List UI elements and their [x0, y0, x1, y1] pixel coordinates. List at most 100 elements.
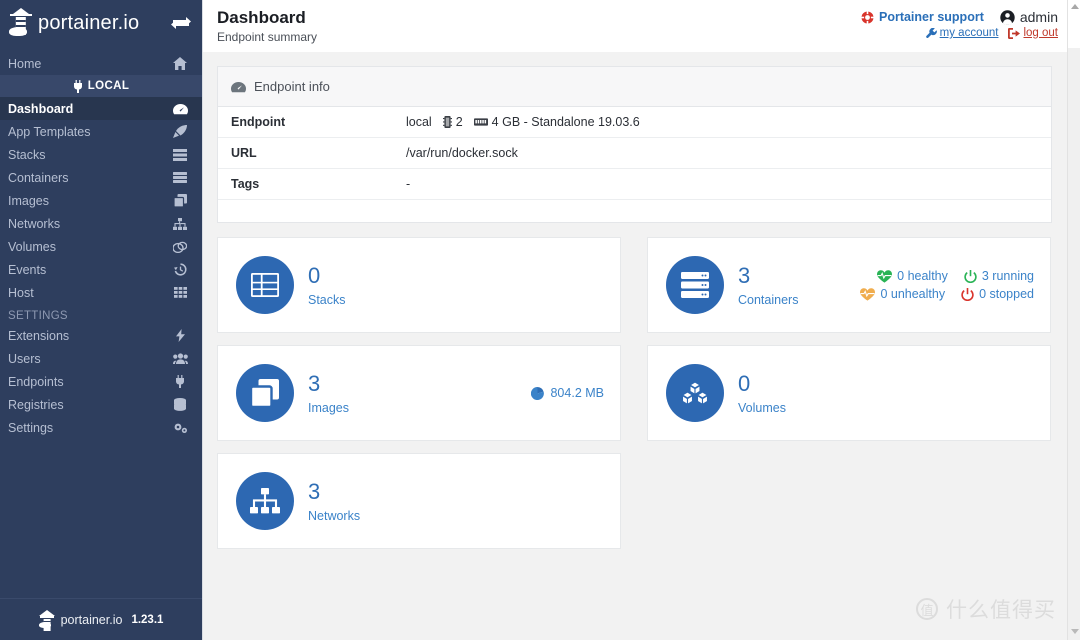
endpoint-row-endpoint: Endpoint local 2 — [218, 107, 1051, 138]
sidebar-item-label: Host — [8, 286, 34, 300]
scroll-down-arrow-icon[interactable] — [1071, 629, 1079, 634]
container-status-line: 0 unhealthy 0 stopped — [860, 287, 1034, 301]
card-label: Networks — [308, 509, 360, 523]
log-out-label: log out — [1023, 27, 1058, 39]
sidebar-item-stacks[interactable]: Stacks — [0, 143, 202, 166]
sidebar-item-endpoints[interactable]: Endpoints — [0, 370, 202, 393]
endpoint-info-title: Endpoint info — [254, 79, 330, 94]
card-count: 3 — [308, 479, 360, 504]
endpoint-name: local — [406, 115, 432, 129]
endpoint-row-value: local 2 4 GB - St — [406, 115, 640, 129]
images-size-area: 804.2 MB — [531, 386, 604, 400]
containers-stopped-stat: 0 stopped — [961, 287, 1034, 301]
sidebar-item-label: Users — [8, 352, 41, 366]
rocket-icon — [172, 125, 188, 139]
table-icon — [236, 256, 294, 314]
sidebar-item-label: App Templates — [8, 125, 90, 139]
sidebar-item-label: Home — [8, 57, 41, 71]
sidebar-item-containers[interactable]: Containers — [0, 166, 202, 189]
sidebar-item-images[interactable]: Images — [0, 189, 202, 212]
endpoint-info-panel: Endpoint info Endpoint local 2 — [217, 66, 1052, 223]
sidebar-nav: Home LOCAL Dashboard App Templates — [0, 46, 202, 439]
portainer-support-link[interactable]: Portainer support — [861, 10, 984, 24]
power-icon — [961, 288, 974, 301]
endpoint-row-label: URL — [218, 146, 406, 160]
images-size-label: 804.2 MB — [550, 386, 604, 400]
portainer-support-label: Portainer support — [879, 10, 984, 24]
containers-healthy-stat: 0 healthy — [877, 269, 948, 283]
database-icon — [172, 398, 188, 412]
account-row-primary: Portainer support admin — [861, 9, 1058, 25]
portainer-lighthouse-logo-icon — [8, 8, 34, 38]
my-account-link[interactable]: my account — [926, 27, 999, 39]
account-area: Portainer support admin my accou — [861, 8, 1058, 39]
card-stacks[interactable]: 0 Stacks — [217, 237, 621, 333]
endpoint-info-body: Endpoint local 2 — [218, 107, 1051, 222]
sidebar-footer: portainer.io 1.23.1 — [0, 598, 202, 640]
log-out-link[interactable]: log out — [1008, 27, 1058, 39]
user-menu[interactable]: admin — [1000, 9, 1058, 25]
main-area: Dashboard Endpoint summary Portainer sup… — [203, 0, 1080, 640]
watermark-text: 什么值得买 — [946, 594, 1056, 624]
endpoint-row-label: Tags — [218, 177, 406, 191]
scroll-up-arrow-icon[interactable] — [1071, 4, 1079, 9]
home-icon — [172, 57, 188, 71]
sidebar-item-networks[interactable]: Networks — [0, 212, 202, 235]
sidebar-brand-label: portainer.io — [38, 13, 166, 33]
card-containers[interactable]: 3 Containers 0 healthy — [647, 237, 1051, 333]
sidebar-local-badge[interactable]: LOCAL — [0, 75, 202, 97]
pie-chart-icon — [531, 387, 544, 400]
containers-unhealthy-label: 0 unhealthy — [880, 287, 945, 301]
watermark-logo-icon: 值 — [916, 598, 938, 620]
sidebar-item-settings[interactable]: Settings — [0, 416, 202, 439]
endpoint-row-value: - — [406, 177, 410, 191]
sidebar-item-app-templates[interactable]: App Templates — [0, 120, 202, 143]
sidebar-item-label: Volumes — [8, 240, 56, 254]
card-networks[interactable]: 3 Networks — [217, 453, 621, 549]
top-header: Dashboard Endpoint summary Portainer sup… — [203, 0, 1080, 52]
sidebar-item-home[interactable]: Home — [0, 52, 202, 75]
containers-running-label: 3 running — [982, 269, 1034, 283]
card-main: 3 Networks — [308, 479, 360, 522]
vertical-scrollbar[interactable] — [1067, 0, 1080, 640]
history-icon — [172, 263, 188, 277]
exchange-toggle-icon[interactable] — [170, 14, 192, 32]
images-size-stat: 804.2 MB — [531, 386, 604, 400]
container-status-line: 0 healthy 3 running — [877, 269, 1034, 283]
sidebar-item-registries[interactable]: Registries — [0, 393, 202, 416]
card-count: 3 — [738, 263, 798, 288]
server-stack-icon — [666, 256, 724, 314]
sidebar-item-events[interactable]: Events — [0, 258, 202, 281]
sidebar-local-label: LOCAL — [88, 80, 130, 92]
container-status-stats: 0 healthy 3 running — [860, 269, 1034, 301]
containers-healthy-label: 0 healthy — [897, 269, 948, 283]
tachometer-icon — [172, 102, 188, 116]
hdd-icon — [172, 240, 188, 254]
th-icon — [172, 286, 188, 300]
card-images[interactable]: 3 Images 804.2 MB — [217, 345, 621, 441]
sidebar-item-extensions[interactable]: Extensions — [0, 324, 202, 347]
sidebar-brand[interactable]: portainer.io — [0, 0, 202, 46]
heartbeat-icon — [877, 270, 892, 283]
card-volumes[interactable]: 0 Volumes — [647, 345, 1051, 441]
sidebar-item-volumes[interactable]: Volumes — [0, 235, 202, 258]
sidebar-footer-brand: portainer.io — [61, 613, 123, 627]
endpoint-cpu-count: 2 — [456, 115, 463, 129]
dashboard-content: Endpoint info Endpoint local 2 — [203, 52, 1080, 640]
tachometer-icon — [231, 81, 246, 93]
wrench-icon — [926, 28, 937, 39]
sidebar-item-dashboard[interactable]: Dashboard — [0, 97, 202, 120]
endpoint-row-tags: Tags - — [218, 169, 1051, 200]
sidebar-item-label: Settings — [8, 421, 53, 435]
life-ring-icon — [861, 11, 874, 24]
card-count: 0 — [738, 371, 786, 396]
sidebar-item-host[interactable]: Host — [0, 281, 202, 304]
card-label: Containers — [738, 293, 798, 307]
containers-running-stat: 3 running — [964, 269, 1034, 283]
endpoint-row-value: /var/run/docker.sock — [406, 146, 518, 160]
sidebar-item-users[interactable]: Users — [0, 347, 202, 370]
endpoint-row-url: URL /var/run/docker.sock — [218, 138, 1051, 169]
portainer-lighthouse-logo-icon — [39, 610, 56, 630]
watermark: 值 什么值得买 — [916, 594, 1056, 624]
page-title: Dashboard — [217, 8, 317, 28]
